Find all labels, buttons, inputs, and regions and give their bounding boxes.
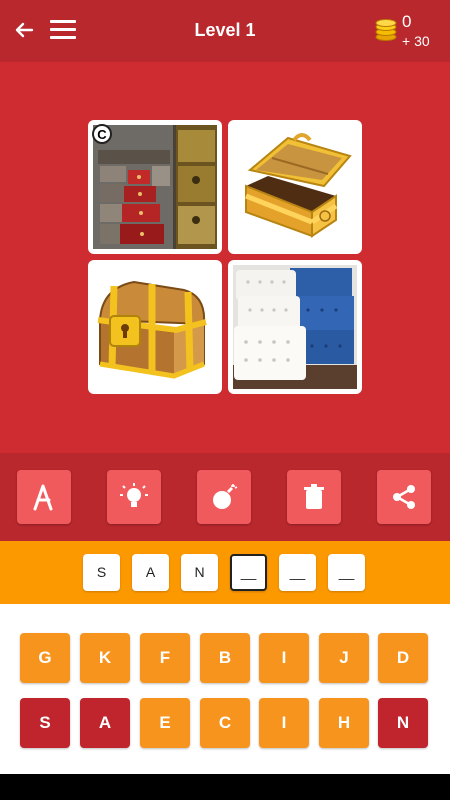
answer-slot[interactable]: N	[181, 554, 218, 591]
bottom-bar	[0, 774, 450, 800]
lightbulb-icon	[120, 483, 148, 507]
open-chest-image	[245, 133, 352, 238]
letter-key[interactable]: G	[20, 633, 70, 683]
share-button[interactable]	[377, 470, 431, 524]
answer-slot[interactable]: __	[328, 554, 365, 591]
delete-button[interactable]	[287, 470, 341, 524]
coin-count: 0	[402, 12, 412, 31]
letter-key[interactable]: I	[259, 698, 309, 748]
answer-bar: S A N __ __ __	[0, 541, 450, 604]
closed-chest-image	[97, 280, 207, 379]
coin-bonus: + 30	[402, 33, 430, 49]
letter-key[interactable]: E	[140, 698, 190, 748]
tile-badge: C	[92, 124, 112, 144]
answer-slot[interactable]: S	[83, 554, 120, 591]
picture-tile-1[interactable]: C	[88, 120, 222, 254]
letter-key[interactable]: D	[378, 633, 428, 683]
top-bar: Level 1 0 + 30	[0, 0, 450, 62]
letter-key[interactable]: H	[319, 698, 369, 748]
picture-tile-3[interactable]	[88, 260, 222, 394]
tool-bar	[0, 453, 450, 541]
picture-tile-4[interactable]	[228, 260, 362, 394]
letter-key[interactable]: I	[259, 633, 309, 683]
answer-slot[interactable]: __	[279, 554, 316, 591]
letter-key-used[interactable]: N	[378, 698, 428, 748]
hint-button[interactable]	[107, 470, 161, 524]
letter-key[interactable]: F	[140, 633, 190, 683]
answer-slot[interactable]: A	[132, 554, 169, 591]
reveal-letter-button[interactable]	[17, 470, 71, 524]
coins-icon	[375, 19, 397, 41]
bomb-button[interactable]	[197, 470, 251, 524]
picture-area: C	[0, 62, 450, 453]
tufted-chests-image	[233, 265, 357, 389]
letter-a-icon	[33, 484, 53, 511]
trash-icon	[304, 484, 324, 509]
picture-tile-2[interactable]	[228, 120, 362, 254]
letter-key[interactable]: B	[200, 633, 250, 683]
share-icon	[393, 485, 415, 509]
answer-slot-active[interactable]: __	[230, 554, 267, 591]
letter-keyboard: G K F B I J D S A E C I H N	[0, 604, 450, 774]
bomb-icon	[213, 484, 238, 509]
letter-key[interactable]: K	[80, 633, 130, 683]
letter-key[interactable]: J	[319, 633, 369, 683]
letter-key[interactable]: C	[200, 698, 250, 748]
letter-key-used[interactable]: A	[80, 698, 130, 748]
letter-key-used[interactable]: S	[20, 698, 70, 748]
